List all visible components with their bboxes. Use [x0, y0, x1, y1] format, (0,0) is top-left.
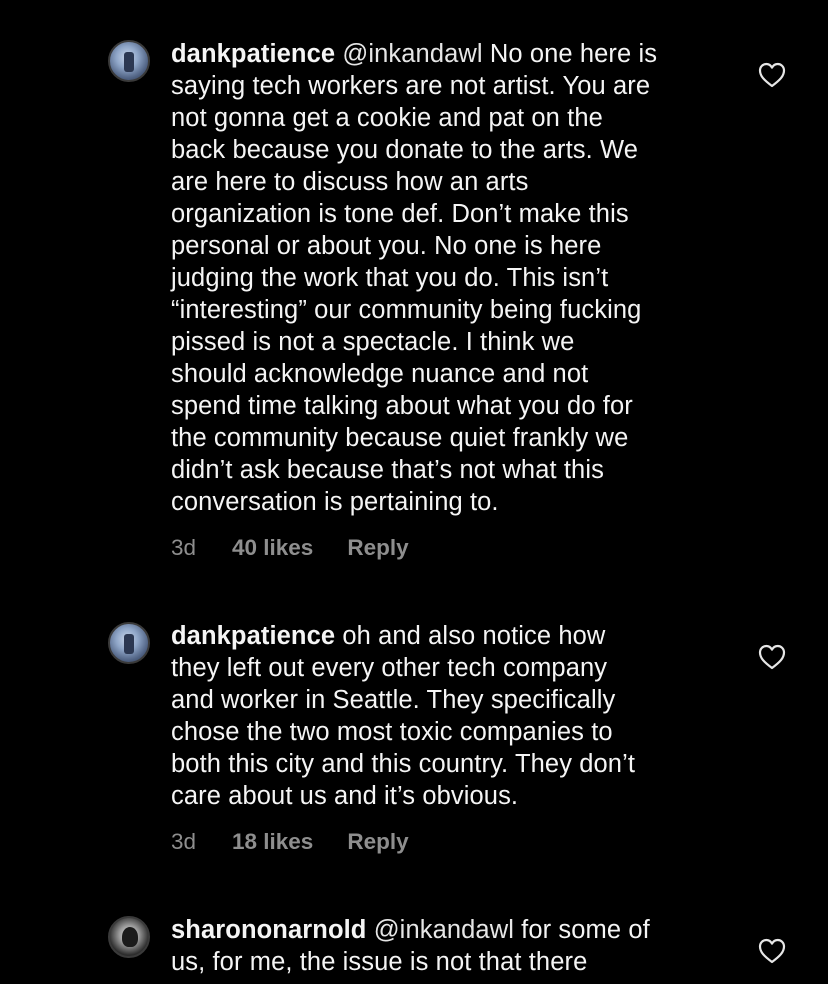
comment-line: oh and also notice how — [335, 622, 606, 650]
comment-line: saying tech workers are not artist. You … — [171, 72, 651, 100]
comment-text: sharononarnold @inkandawl for some of us… — [171, 914, 731, 978]
comment-line: us, for me, the issue is not that there — [171, 948, 588, 976]
comment-line: not gonna get a cookie and pat on the — [171, 104, 603, 132]
comment-line: should acknowledge nuance and not — [171, 360, 589, 388]
comment-text: dankpatience oh and also notice how they… — [171, 620, 731, 812]
comment-mention[interactable]: @inkandawl — [374, 916, 514, 944]
comment-line: chose the two most toxic companies to — [171, 718, 613, 746]
comment-line: back because you donate to the arts. We — [171, 136, 638, 164]
comment-line: No one here is — [482, 40, 658, 68]
comment-line: conversation is pertaining to. — [171, 488, 499, 516]
comment-line: care about us and it’s obvious. — [171, 782, 519, 810]
comment-username[interactable]: dankpatience — [171, 40, 335, 68]
comment-line: the community because quiet frankly we — [171, 424, 629, 452]
comment-likes-count[interactable]: 40 likes — [232, 534, 313, 562]
comment-line: and worker in Seattle. They specifically — [171, 686, 616, 714]
comment-line: “interesting” our community being fuckin… — [171, 296, 642, 324]
comment-line: both this city and this country. They do… — [171, 750, 636, 778]
comment-line: spend time talking about what you do for — [171, 392, 633, 420]
comment-line: are here to discuss how an arts — [171, 168, 529, 196]
comment-line: for some of — [513, 916, 650, 944]
comment-line: they left out every other tech company — [171, 654, 608, 682]
comment-line: didn’t ask because that’s not what this — [171, 456, 604, 484]
comment-meta: 3d 40 likes Reply — [171, 534, 409, 562]
comment-line: pissed is not a spectacle. I think we — [171, 328, 575, 356]
comment-timestamp: 3d — [171, 829, 197, 854]
comment-line: judging the work that you do. This isn’t — [171, 264, 609, 292]
heart-outline-icon[interactable] — [758, 644, 786, 670]
avatar[interactable] — [108, 40, 150, 82]
comment-line: personal or about you. No one is here — [171, 232, 602, 260]
avatar[interactable] — [108, 916, 150, 958]
comment-timestamp: 3d — [171, 535, 197, 560]
heart-outline-icon[interactable] — [758, 62, 786, 88]
reply-button[interactable]: Reply — [347, 534, 408, 562]
heart-outline-icon[interactable] — [758, 938, 786, 964]
comment-username[interactable]: sharononarnold — [171, 916, 367, 944]
comment-mention[interactable]: @inkandawl — [342, 40, 482, 68]
comment-username[interactable]: dankpatience — [171, 622, 335, 650]
avatar[interactable] — [108, 622, 150, 664]
comment-text: dankpatience @inkandawl No one here is s… — [171, 38, 731, 518]
comment-meta: 3d 18 likes Reply — [171, 828, 409, 856]
comment-likes-count[interactable]: 18 likes — [232, 828, 313, 856]
comment-line: organization is tone def. Don’t make thi… — [171, 200, 629, 228]
reply-button[interactable]: Reply — [347, 828, 408, 856]
